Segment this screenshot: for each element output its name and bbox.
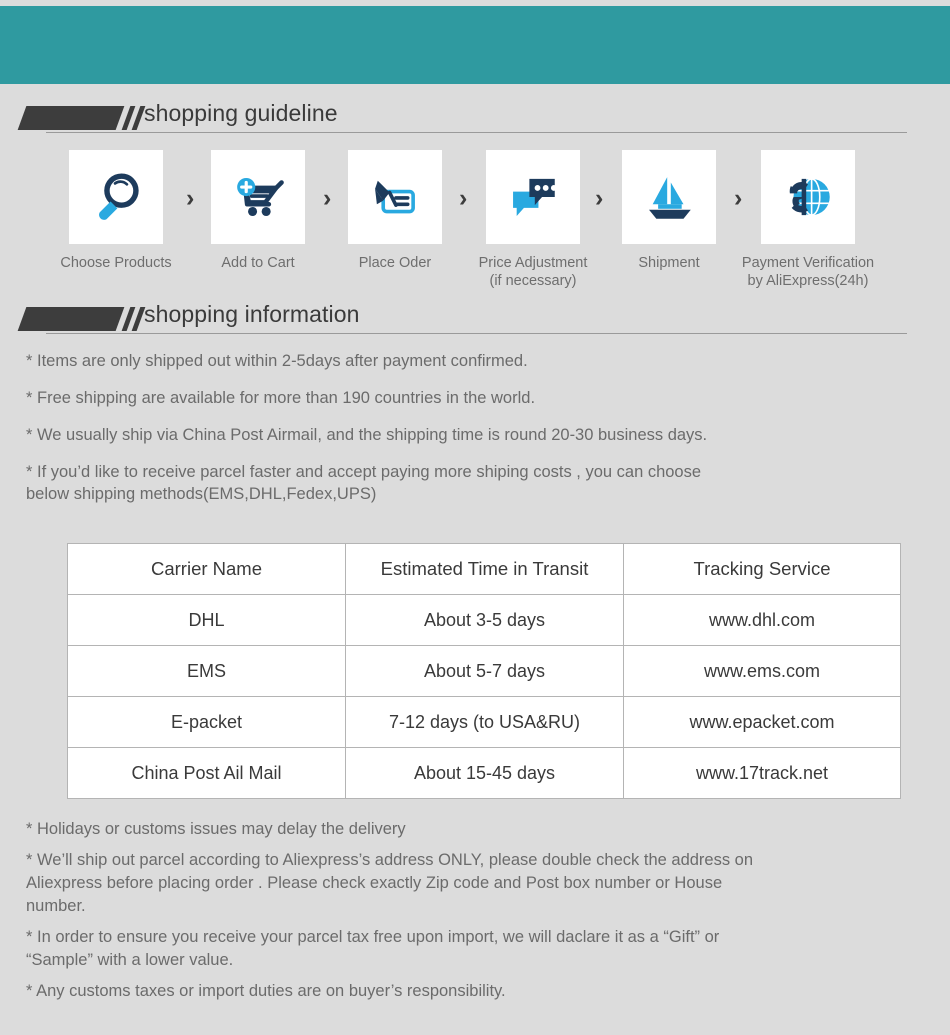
chat-bubbles-icon: [513, 178, 557, 217]
step-payment-verification[interactable]: Payment Verification by AliExpress(24h): [733, 150, 883, 290]
table-cell-transit: About 5-7 days: [345, 645, 624, 697]
table-header-cell: Estimated Time in Transit: [345, 543, 624, 595]
table-header-row: Carrier Name Estimated Time in Transit T…: [67, 543, 901, 595]
note-line: * Holidays or customs issues may delay t…: [26, 820, 406, 838]
note-line: * Any customs taxes or import duties are…: [26, 982, 506, 1000]
sailboat-icon: [649, 177, 691, 219]
table-cell-carrier: DHL: [67, 594, 346, 646]
table-row: DHL About 3-5 days www.dhl.com: [67, 594, 901, 646]
table-row: E-packet 7-12 days (to USA&RU) www.epack…: [67, 696, 901, 748]
info-line: * Free shipping are available for more t…: [26, 389, 536, 407]
info-line: * Items are only shipped out within 2-5d…: [26, 352, 528, 370]
table-row: China Post Ail Mail About 15-45 days www…: [67, 747, 901, 799]
table-cell-tracking[interactable]: www.epacket.com: [623, 696, 901, 748]
step-label: Add to Cart: [221, 255, 295, 271]
step-icon-box: [69, 150, 163, 244]
table-cell-carrier: E-packet: [67, 696, 346, 748]
table-cell-carrier: EMS: [67, 645, 346, 697]
header-divider: [46, 333, 907, 334]
table-cell-transit: About 3-5 days: [345, 594, 624, 646]
table-row: EMS About 5-7 days www.ems.com: [67, 645, 901, 697]
carrier-shipping-table: Carrier Name Estimated Time in Transit T…: [67, 543, 901, 799]
table-cell-transit: 7-12 days (to USA&RU): [345, 696, 624, 748]
header-ribbon: [17, 305, 150, 333]
step-label: Payment Verification by AliExpress(24h): [741, 255, 875, 289]
header-ribbon: [17, 104, 150, 132]
table-cell-tracking[interactable]: www.dhl.com: [623, 594, 901, 646]
ribbon-parallelogram: [17, 106, 125, 130]
ribbon-parallelogram: [17, 307, 125, 331]
section-header-shopping-guideline: shopping guideline: [17, 100, 907, 138]
step-add-to-cart[interactable]: Add to Cart: [183, 150, 333, 272]
table-cell-carrier: China Post Ail Mail: [67, 747, 346, 799]
step-shipment[interactable]: Shipment: [594, 150, 744, 272]
table-header-cell: Carrier Name: [67, 543, 346, 595]
step-label: Shipment: [638, 255, 700, 271]
step-label: Choose Products: [60, 255, 172, 271]
step-label: Place Oder: [358, 255, 432, 271]
pen-order-form-icon: [375, 180, 415, 214]
section-title: shopping guideline: [144, 100, 338, 126]
step-choose-products[interactable]: Choose Products: [41, 150, 191, 272]
table-header-cell: Tracking Service: [623, 543, 901, 595]
section-header-shopping-information: shopping information: [17, 301, 907, 339]
shopping-cart-plus-icon: [237, 177, 284, 217]
step-icon-box: [348, 150, 442, 244]
step-icon-box: [211, 150, 305, 244]
section-title: shopping information: [144, 301, 360, 327]
step-icon-box: [486, 150, 580, 244]
step-price-adjustment[interactable]: Price Adjustment (if necessary): [458, 150, 608, 290]
step-icon-box: [761, 150, 855, 244]
info-line: * If you’d like to receive parcel faster…: [26, 463, 702, 503]
note-line: * We’ll ship out parcel according to Ali…: [26, 851, 754, 915]
step-place-order[interactable]: Place Oder: [320, 150, 470, 272]
table-cell-transit: About 15-45 days: [345, 747, 624, 799]
step-icon-box: [622, 150, 716, 244]
info-line: * We usually ship via China Post Airmail…: [26, 426, 708, 444]
header-divider: [46, 132, 907, 133]
table-cell-tracking[interactable]: www.ems.com: [623, 645, 901, 697]
shipping-notes-list: * Holidays or customs issues may delay t…: [26, 818, 936, 1011]
table-cell-tracking[interactable]: www.17track.net: [623, 747, 901, 799]
note-line: * In order to ensure you receive your pa…: [26, 928, 720, 969]
shopping-steps-row: Choose Products › Add to Cart › Place Od…: [0, 150, 950, 289]
dollar-globe-icon: [789, 178, 830, 216]
teal-header-banner: [0, 6, 950, 84]
magnifier-icon: [99, 173, 139, 220]
step-label: Price Adjustment (if necessary): [478, 255, 588, 289]
shipping-info-list: * Items are only shipped out within 2-5d…: [26, 350, 926, 520]
